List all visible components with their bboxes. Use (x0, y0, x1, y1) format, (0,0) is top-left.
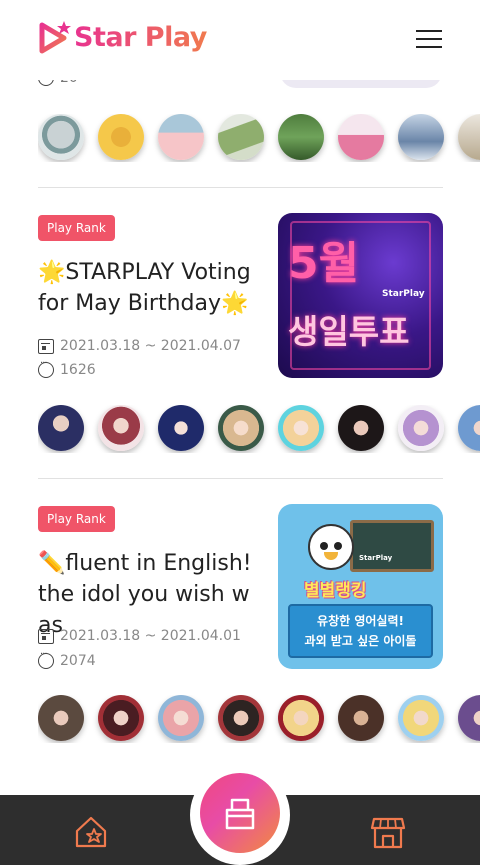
avatar[interactable] (458, 114, 480, 160)
thumbnail-line-1: 유창한 영어실력! (317, 614, 404, 628)
avatar-row-previous (38, 114, 480, 162)
event-thumbnail[interactable]: 5월 StarPlay 생일투표 (278, 213, 443, 378)
starplay-logo[interactable]: Star Play (38, 20, 207, 54)
avatar[interactable] (398, 114, 444, 160)
thumbnail-line-2: 과외 받고 싶은 아이돌 (304, 634, 417, 648)
avatar-row-card-2 (38, 695, 480, 743)
avatar[interactable] (278, 405, 324, 451)
avatar[interactable] (398, 695, 444, 741)
avatar[interactable] (98, 405, 144, 451)
logo-text: Star Play (74, 21, 207, 53)
event-comments: 1626 (38, 358, 96, 378)
chalkboard: StarPlay (350, 520, 434, 572)
avatar[interactable] (38, 405, 84, 451)
comment-icon (38, 649, 54, 669)
event-date: 2021.03.18 ~ 2021.04.07 (38, 338, 241, 354)
avatar[interactable] (338, 114, 384, 160)
avatar[interactable] (398, 405, 444, 451)
play-star-logo-icon (39, 21, 71, 54)
store-icon (225, 798, 255, 830)
avatar-row-card-1 (38, 405, 480, 453)
star-home-icon[interactable] (74, 815, 108, 849)
thumbnail-text-box: 유창한 영어실력! 과외 받고 싶은 아이돌 (288, 604, 433, 658)
date-range: 2021.03.18 ~ 2021.04.07 (60, 338, 241, 354)
divider (38, 187, 443, 188)
comment-icon (38, 358, 54, 378)
thumbnail-brand: StarPlay (382, 289, 425, 299)
avatar[interactable] (218, 114, 264, 160)
avatar[interactable] (338, 405, 384, 451)
avatar[interactable] (458, 405, 480, 451)
date-range: 2021.03.18 ~ 2021.04.01 (60, 628, 241, 644)
avatar[interactable] (158, 405, 204, 451)
event-title[interactable]: 🌟STARPLAY Voting for May Birthday🌟 (38, 257, 256, 319)
avatar[interactable] (158, 695, 204, 741)
play-rank-badge: Play Rank (38, 506, 115, 532)
app-header: Star Play (0, 0, 480, 80)
avatar[interactable] (38, 114, 84, 160)
avatar[interactable] (278, 114, 324, 160)
thumbnail-subheadline: 생일투표 (288, 312, 410, 351)
comment-count: 2074 (60, 653, 96, 669)
event-comments: 2074 (38, 649, 96, 669)
event-thumbnail[interactable]: StarPlay 별별랭킹 유창한 영어실력! 과외 받고 싶은 아이돌 (278, 504, 443, 669)
avatar[interactable] (218, 695, 264, 741)
calendar-icon (38, 338, 54, 354)
hamburger-menu-icon[interactable] (416, 28, 444, 50)
calendar-icon (38, 628, 54, 644)
avatar[interactable] (338, 695, 384, 741)
play-rank-badge: Play Rank (38, 215, 115, 241)
shop-icon[interactable] (370, 815, 406, 849)
comment-count: 1626 (60, 362, 96, 378)
store-button[interactable] (200, 773, 280, 853)
event-date: 2021.03.18 ~ 2021.04.01 (38, 628, 241, 644)
avatar[interactable] (38, 695, 84, 741)
mascot-face (308, 524, 354, 570)
avatar[interactable] (158, 114, 204, 160)
avatar[interactable] (98, 114, 144, 160)
avatar[interactable] (278, 695, 324, 741)
avatar[interactable] (458, 695, 480, 741)
avatar[interactable] (218, 405, 264, 451)
chalkboard-brand: StarPlay (359, 554, 393, 562)
avatar[interactable] (98, 695, 144, 741)
divider (38, 478, 443, 479)
thumbnail-headline: 5월 (288, 238, 360, 289)
thumbnail-headline: 별별랭킹 (304, 581, 367, 601)
